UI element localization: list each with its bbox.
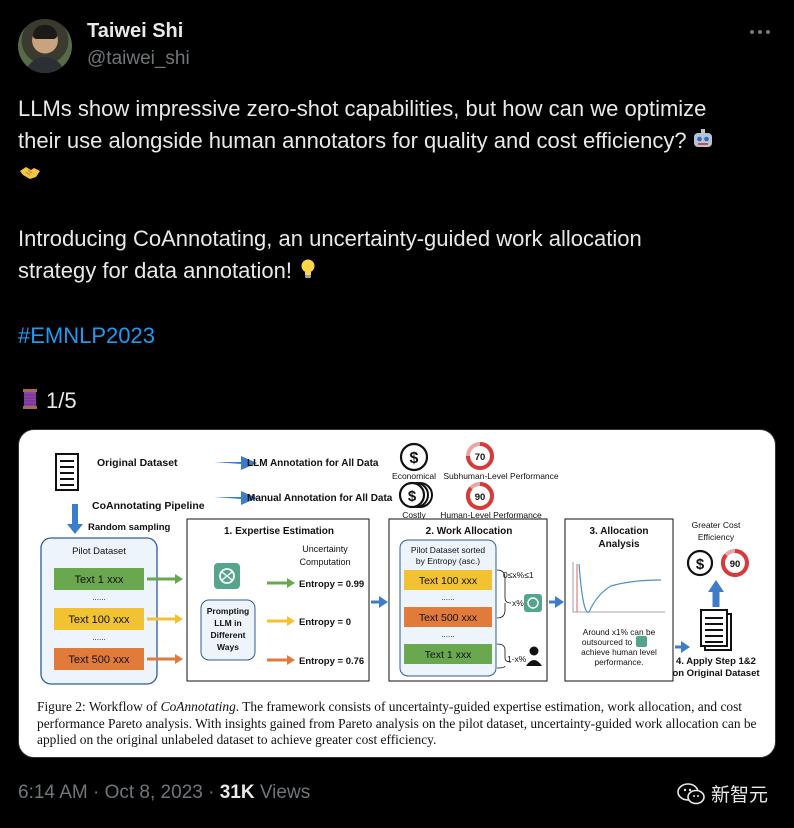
stacked-coins-icon: $ xyxy=(398,481,433,509)
text-1-label: Text 1 xxx xyxy=(75,574,124,586)
sorted-label: Pilot Dataset sorted xyxy=(411,545,485,555)
tweet-text: LLMs show impressive zero-shot capabilit… xyxy=(18,93,778,417)
pipeline-label: CoAnnotating Pipeline xyxy=(92,500,205,512)
entropy-1: Entropy = 0.99 xyxy=(299,579,364,590)
more-options-icon[interactable] xyxy=(746,22,774,42)
llm-annotation-label: LLM Annotation for All Data xyxy=(247,458,379,469)
allocation-note: performance. xyxy=(595,657,644,667)
apply-step-label: 4. Apply Step 1&2 xyxy=(676,656,756,667)
tweet-line-text: strategy for data annotation! xyxy=(18,258,292,284)
prompting-label: Prompting xyxy=(207,606,250,616)
handshake-emoji-icon xyxy=(20,166,40,179)
random-sampling-label: Random sampling xyxy=(88,522,171,533)
apply-step-label: on Original Dataset xyxy=(672,668,760,679)
subhuman-label: Subhuman-Level Performance xyxy=(443,471,559,481)
hashtag-link[interactable]: #EMNLP2023 xyxy=(18,320,778,352)
tweet-line: Introducing CoAnnotating, an uncertainty… xyxy=(18,225,642,251)
thread-counter: 1/5 xyxy=(18,385,778,417)
score-90: 90 xyxy=(475,492,486,503)
tweet-line: their use alongside human annotators for… xyxy=(18,125,778,157)
caption-text: Workflow of xyxy=(85,699,161,714)
prompting-label: Different xyxy=(211,630,246,640)
down-arrow-icon xyxy=(67,524,83,534)
manual-annotation-label: Manual Annotation for All Data xyxy=(247,493,393,504)
watermark: 新智元 xyxy=(677,780,768,807)
chatgpt-logo-icon xyxy=(636,636,647,647)
score-90: 90 xyxy=(730,559,741,570)
prompting-label: Ways xyxy=(217,642,239,652)
dollar-sign: $ xyxy=(408,488,417,505)
uncertainty-label: Uncertainty xyxy=(302,544,348,554)
figure-caption: Figure 2: Workflow of CoAnnotating. The … xyxy=(37,699,767,749)
allocation-title: 3. Allocation xyxy=(589,526,648,537)
workflow-figure[interactable]: Original Dataset LLM Annotation for All … xyxy=(18,429,776,758)
allocation-note: achieve human level xyxy=(581,647,657,657)
tweet-line: strategy for data annotation! xyxy=(18,255,778,287)
tweet-line-text: their use alongside human annotators for… xyxy=(18,128,687,154)
entropy-2: Entropy = 0 xyxy=(299,617,351,628)
caption-method-name: CoAnnotating xyxy=(160,699,236,714)
greater-efficiency-label: Efficiency xyxy=(698,532,735,542)
allocation-note: outsourced to xyxy=(582,637,633,647)
up-arrow-icon xyxy=(708,580,724,592)
dollar-sign: $ xyxy=(696,556,705,573)
text-100-label: Text 100 xxx xyxy=(68,614,130,626)
author-name[interactable]: Taiwei Shi xyxy=(87,20,183,43)
ellipsis: ...... xyxy=(92,633,105,642)
flow-arrow xyxy=(555,596,564,608)
thread-counter-text: 1/5 xyxy=(46,387,77,413)
pilot-dataset-label: Pilot Dataset xyxy=(72,546,126,557)
chatgpt-logo-icon xyxy=(524,594,542,612)
allocation-title: Analysis xyxy=(598,539,640,550)
ellipsis: ...... xyxy=(441,593,454,602)
sorted-text-1: Text 1 xxx xyxy=(425,649,472,661)
tweet-line: LLMs show impressive zero-shot capabilit… xyxy=(18,96,707,121)
ellipsis: ...... xyxy=(92,593,105,602)
score-70: 70 xyxy=(475,452,486,463)
thread-spool-emoji-icon xyxy=(23,388,37,409)
sorted-label: by Entropy (asc.) xyxy=(416,556,480,566)
chatgpt-logo-icon xyxy=(214,563,240,589)
robot-emoji-icon xyxy=(693,129,712,148)
economical-label: Economical xyxy=(392,471,436,481)
dollar-sign: $ xyxy=(410,450,419,467)
greater-efficiency-label: Greater Cost xyxy=(692,520,741,530)
tweet-meta: 6:14 AM · Oct 8, 2023 · 31K Views xyxy=(18,782,310,804)
text-500-label: Text 500 xxx xyxy=(68,654,130,666)
work-allocation-title: 2. Work Allocation xyxy=(426,526,513,537)
expertise-title: 1. Expertise Estimation xyxy=(224,526,334,537)
computation-label: Computation xyxy=(299,557,350,567)
range-label: 0≤x%≤1 xyxy=(503,570,534,580)
sorted-text-100: Text 100 xxx xyxy=(419,575,478,587)
prompting-label: LLM in xyxy=(214,618,241,628)
author-handle[interactable]: @taiwei_shi xyxy=(87,48,190,70)
tweet-line xyxy=(18,158,778,190)
original-dataset-label: Original Dataset xyxy=(97,457,178,469)
flow-arrow xyxy=(379,596,388,608)
views-label: Views xyxy=(254,782,311,803)
ellipsis: ...... xyxy=(441,630,454,639)
wechat-logo-icon xyxy=(677,782,705,804)
document-icon xyxy=(700,609,732,651)
one-minus-x-label: 1-x% xyxy=(507,654,527,664)
lightbulb-emoji-icon xyxy=(301,259,315,279)
document-icon xyxy=(55,453,79,491)
timestamp[interactable]: 6:14 AM · Oct 8, 2023 · xyxy=(18,782,220,803)
x-percent-label: x% xyxy=(512,598,524,608)
entropy-3: Entropy = 0.76 xyxy=(299,656,364,667)
flow-arrow xyxy=(681,641,690,653)
sorted-text-500: Text 500 xxx xyxy=(419,612,478,624)
watermark-text: 新智元 xyxy=(710,785,768,806)
allocation-note: Around x1% can be xyxy=(583,627,656,637)
avatar[interactable] xyxy=(18,19,72,73)
caption-figure-number: Figure 2: xyxy=(37,699,86,714)
views-count: 31K xyxy=(219,782,255,803)
